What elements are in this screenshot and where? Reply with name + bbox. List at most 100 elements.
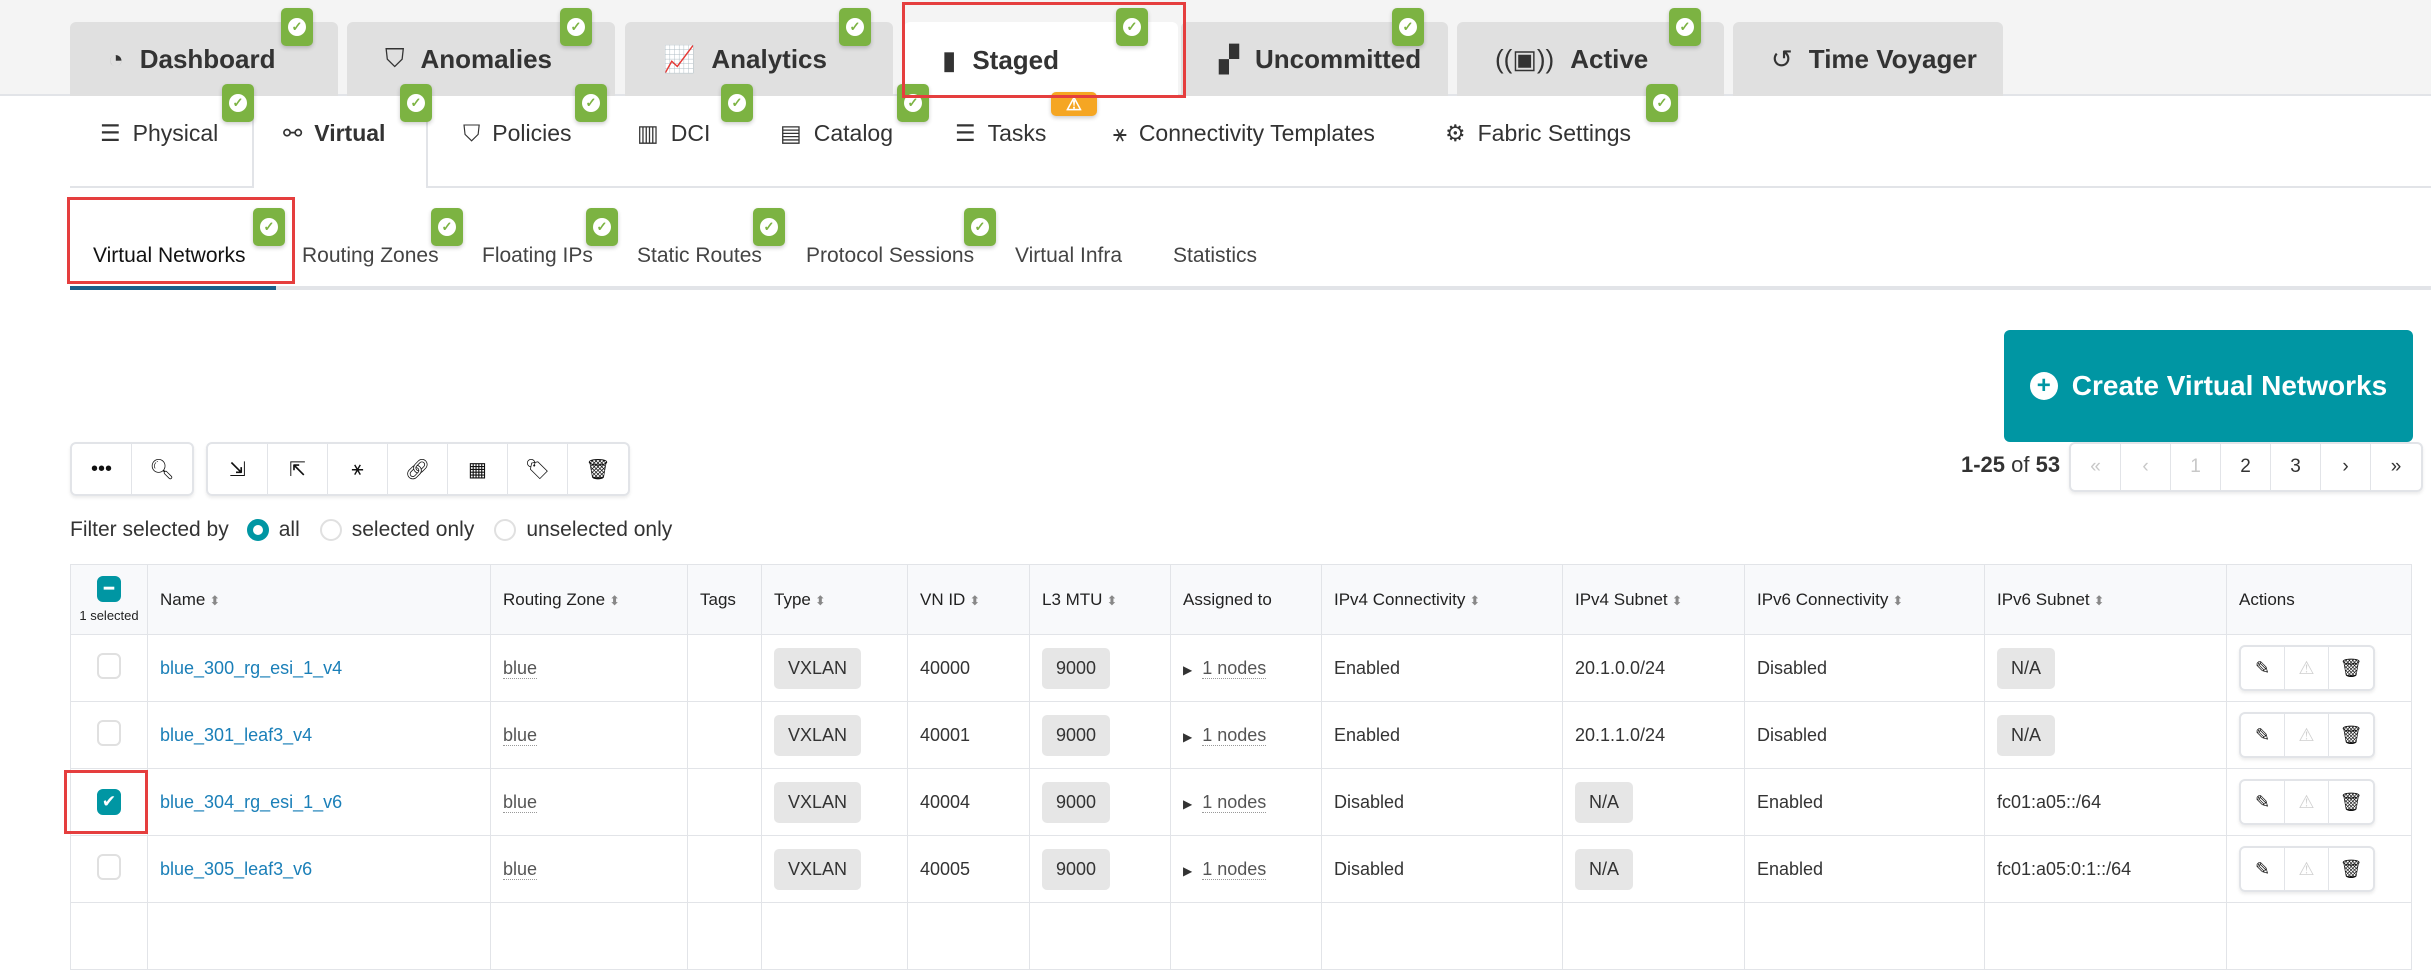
toolbar-group-2: ⇲ ⇱ ⚹ 🔗︎ ▦ 🏷︎ 🗑︎ — [206, 442, 630, 496]
nav-virtual[interactable]: ⚯ Virtual — [283, 120, 385, 147]
tag-icon[interactable]: 🏷︎ — [508, 444, 568, 494]
header-label: Name — [160, 589, 206, 609]
vn-id: 40000 — [907, 634, 1030, 702]
select-all-checkbox[interactable]: ━ — [97, 576, 121, 602]
column-header-ipv4-connectivity[interactable]: IPv4 Connectivity ⬍ — [1321, 564, 1563, 635]
row-checkbox[interactable] — [97, 719, 121, 746]
header-label: IPv6 Connectivity — [1757, 589, 1889, 609]
header-label: Assigned to — [1183, 589, 1272, 609]
row-checkbox[interactable] — [97, 853, 121, 880]
sort-icon: ⬍ — [1892, 592, 1904, 608]
chart-icon: 📈 — [663, 43, 696, 74]
page-last-button[interactable]: » — [2371, 444, 2421, 490]
trash-icon[interactable]: 🗑︎ — [2329, 714, 2373, 756]
page-1-button[interactable]: 1 — [2171, 444, 2221, 490]
expand-caret-icon[interactable]: ▶ — [1183, 797, 1192, 811]
unassign-icon[interactable]: ⇱ — [268, 444, 328, 494]
edit-icon[interactable]: ✎ — [2241, 647, 2285, 689]
subtab-static-routes[interactable]: Static Routes — [637, 244, 762, 268]
vn-name-link[interactable]: blue_301_leaf3_v4 — [160, 725, 312, 745]
expand-caret-icon[interactable]: ▶ — [1183, 864, 1192, 878]
search-icon[interactable]: 🔍︎ — [132, 444, 192, 494]
nav-catalog[interactable]: ▤ Catalog — [780, 120, 893, 147]
column-header-l3-mtu[interactable]: L3 MTU ⬍ — [1029, 564, 1171, 635]
subtab-virtual-networks[interactable]: Virtual Networks — [93, 244, 246, 268]
column-header-name[interactable]: Name ⬍ — [147, 564, 491, 635]
vn-name-link[interactable]: blue_304_rg_esi_1_v6 — [160, 792, 342, 812]
column-header-ipv6-connectivity[interactable]: IPv6 Connectivity ⬍ — [1744, 564, 1985, 635]
warning-icon: ⚠ — [2285, 714, 2329, 756]
vn-name-link[interactable]: blue_300_rg_esi_1_v4 — [160, 658, 342, 678]
routing-zone-link[interactable]: blue — [503, 724, 538, 746]
ipv6-connectivity: Enabled — [1744, 835, 1985, 903]
table-row: ✔ blue_304_rg_esi_1_v6 blue VXLAN 40004 … — [70, 768, 2412, 836]
sort-icon: ⬍ — [2093, 592, 2105, 608]
expand-caret-icon[interactable]: ▶ — [1183, 730, 1192, 744]
sort-icon: ⬍ — [969, 592, 981, 608]
page-next-button[interactable]: › — [2321, 444, 2371, 490]
topology-icon[interactable]: ⚹ — [328, 444, 388, 494]
header-label: Type — [774, 589, 811, 609]
subtab-protocol-sessions[interactable]: Protocol Sessions — [806, 244, 974, 268]
expand-caret-icon[interactable]: ▶ — [1183, 663, 1192, 677]
trash-icon[interactable]: 🗑︎ — [568, 444, 628, 494]
column-header-ipv4-subnet[interactable]: IPv4 Subnet ⬍ — [1562, 564, 1745, 635]
subtab-floating-ips[interactable]: Floating IPs — [482, 244, 593, 268]
edit-icon[interactable]: ✎ — [2241, 848, 2285, 890]
link-icon[interactable]: 🔗︎ — [388, 444, 448, 494]
row-checkbox[interactable]: ✔ — [97, 789, 121, 815]
sort-icon: ⬍ — [1671, 592, 1683, 608]
rack-icon[interactable]: ▦ — [448, 444, 508, 494]
trash-icon[interactable]: 🗑︎ — [2329, 781, 2373, 823]
ipv4-connectivity: Enabled — [1321, 634, 1563, 702]
trash-icon[interactable]: 🗑︎ — [2329, 647, 2373, 689]
subtab-statistics[interactable]: Statistics — [1173, 244, 1257, 268]
page-2-button[interactable]: 2 — [2221, 444, 2271, 490]
radio-selected-only[interactable] — [319, 519, 342, 541]
column-header-ipv6-subnet[interactable]: IPv6 Subnet ⬍ — [1984, 564, 2227, 635]
routing-zone-link[interactable]: blue — [503, 657, 538, 679]
edit-icon[interactable]: ✎ — [2241, 781, 2285, 823]
row-checkbox[interactable] — [97, 652, 121, 679]
page-3-button[interactable]: 3 — [2271, 444, 2321, 490]
type-pill: VXLAN — [774, 647, 862, 689]
subtab-routing-zones[interactable]: Routing Zones — [302, 244, 439, 268]
tab-label: Uncommitted — [1255, 43, 1422, 74]
nav-fabric-settings[interactable]: ⚙ Fabric Settings — [1445, 120, 1631, 147]
column-header-type[interactable]: Type ⬍ — [761, 564, 908, 635]
create-virtual-networks-button[interactable]: + Create Virtual Networks — [2004, 330, 2413, 442]
vn-name-link[interactable]: blue_305_leaf3_v6 — [160, 859, 312, 879]
column-header-vn-id[interactable]: VN ID ⬍ — [907, 564, 1030, 635]
nav-policies[interactable]: ⛉ Policies — [463, 120, 572, 147]
assigned-nodes-link[interactable]: 1 nodes — [1202, 724, 1267, 746]
select-all-header: ━ 1 selected — [70, 564, 148, 635]
edit-icon[interactable]: ✎ — [2241, 714, 2285, 756]
subtab-divider — [70, 286, 2431, 290]
assign-icon[interactable]: ⇲ — [208, 444, 268, 494]
tab-time-voyager[interactable]: ↺ Time Voyager — [1733, 22, 2003, 96]
nav-connectivity-templates[interactable]: ⚹ Connectivity Templates — [1113, 120, 1375, 147]
column-header-routing-zone[interactable]: Routing Zone ⬍ — [490, 564, 688, 635]
assigned-nodes-link[interactable]: 1 nodes — [1202, 791, 1267, 813]
routing-zone-link[interactable]: blue — [503, 858, 538, 880]
more-icon[interactable]: ••• — [72, 444, 132, 494]
assigned-nodes-link[interactable]: 1 nodes — [1202, 657, 1267, 679]
routing-zone-link[interactable]: blue — [503, 791, 538, 813]
virtual-networks-table: ━ 1 selected Name ⬍ Routing Zone ⬍ Tags Type ⬍ VN… — [70, 564, 2412, 970]
tab-label: Dashboard — [139, 43, 276, 74]
page-prev-button[interactable]: ‹ — [2121, 444, 2171, 490]
radio-unselected-only[interactable] — [494, 519, 517, 541]
ipv4-connectivity: Disabled — [1321, 835, 1563, 903]
virtual-icon: ⚯ — [283, 120, 303, 146]
subtab-virtual-infra[interactable]: Virtual Infra — [1015, 244, 1122, 268]
check-icon: ✓ — [1399, 18, 1417, 36]
nav-physical[interactable]: ☰ Physical — [100, 120, 218, 147]
trash-icon[interactable]: 🗑︎ — [2329, 848, 2373, 890]
assigned-nodes-link[interactable]: 1 nodes — [1202, 858, 1267, 880]
nav-dci[interactable]: ▥ DCI — [637, 120, 710, 147]
na-pill: N/A — [1575, 848, 1634, 890]
page-first-button[interactable]: « — [2071, 444, 2121, 490]
nav-tasks[interactable]: ☰ Tasks — [955, 120, 1046, 147]
policies-icon: ⛉ — [463, 120, 481, 146]
radio-all[interactable] — [246, 519, 269, 541]
